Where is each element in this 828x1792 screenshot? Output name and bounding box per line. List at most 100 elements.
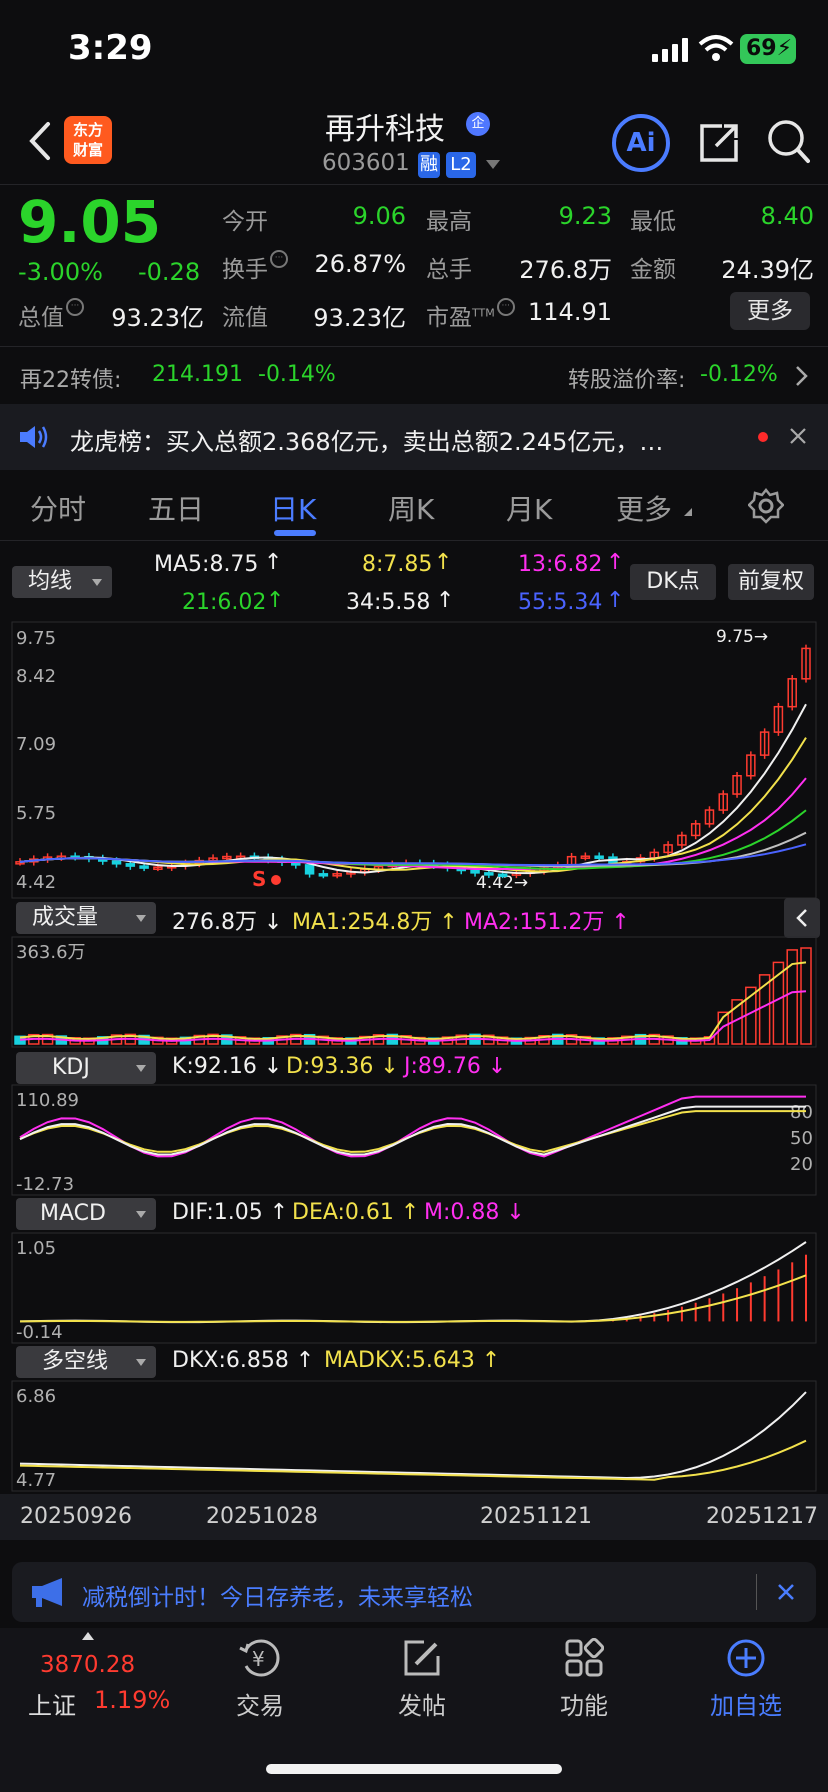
chevron-left-icon bbox=[796, 909, 807, 927]
kdj-indicator-select[interactable]: KDJ bbox=[16, 1052, 156, 1084]
volume-chart[interactable]: 363.6万 bbox=[0, 936, 828, 1048]
mktcap-label: 总值 ··· bbox=[18, 298, 84, 332]
macd-chart[interactable]: 1.05 -0.14 bbox=[0, 1232, 828, 1344]
home-indicator bbox=[266, 1764, 562, 1774]
trade-icon: ¥ bbox=[239, 1639, 280, 1677]
index-change: 1.19% bbox=[94, 1686, 171, 1714]
dkx-value: DKX:6.858 ↑ bbox=[172, 1348, 315, 1373]
dkx-line bbox=[19, 1391, 807, 1479]
sell-signal-marker: S bbox=[252, 867, 266, 891]
stock-code: 603601 bbox=[322, 150, 410, 176]
premium-value: -0.12% bbox=[700, 362, 778, 387]
divider bbox=[756, 1574, 757, 1610]
volume-ma2: MA2:151.2万 ↑ bbox=[464, 910, 630, 935]
candle bbox=[497, 873, 508, 878]
tab-monthly-k[interactable]: 月K bbox=[506, 488, 552, 528]
float-value: 93.23亿 bbox=[313, 304, 406, 332]
kdj-bottom-label: -12.73 bbox=[16, 1174, 74, 1195]
madkx-line bbox=[19, 1439, 807, 1481]
dkx-top-label: 6.86 bbox=[16, 1386, 56, 1407]
tab-more[interactable]: 更多 bbox=[616, 488, 672, 528]
y-axis-label: 4.42 bbox=[16, 872, 56, 893]
candle bbox=[125, 863, 136, 867]
amount-label: 金额 bbox=[630, 257, 676, 283]
ma5-line bbox=[19, 703, 807, 875]
up-arrow-icon: ↑ bbox=[434, 550, 453, 575]
divider bbox=[0, 540, 828, 541]
divider bbox=[0, 184, 828, 185]
volume-value: 276.8万 bbox=[519, 256, 612, 284]
info-icon[interactable]: ··· bbox=[66, 298, 84, 316]
info-icon[interactable]: ··· bbox=[270, 250, 288, 268]
tab-intraday[interactable]: 分时 bbox=[30, 488, 86, 528]
candle bbox=[304, 864, 315, 875]
macd-m-value: M:0.88 ↓ bbox=[424, 1200, 525, 1225]
float-label: 流值 bbox=[222, 305, 268, 331]
up-arrow-icon: ↑ bbox=[606, 588, 625, 613]
low-label: 最低 bbox=[630, 209, 676, 235]
candle bbox=[470, 869, 480, 874]
open-label: 今开 bbox=[222, 209, 268, 235]
close-icon[interactable] bbox=[788, 426, 808, 446]
notice-text: 龙虎榜：买入总额2.368亿元，卖出总额2.245亿元，… bbox=[70, 428, 664, 456]
y-axis-label: 9.75 bbox=[16, 628, 56, 649]
volume-ma2-line bbox=[19, 990, 807, 1042]
kdj-j-value: J:89.76 ↓ bbox=[404, 1054, 507, 1079]
dkx-indicator-select[interactable]: 多空线 bbox=[16, 1346, 156, 1378]
adjust-forward-button[interactable]: 前复权 bbox=[728, 564, 814, 600]
dk-point-button[interactable]: DK点 bbox=[630, 564, 716, 600]
macd-indicator-select[interactable]: MACD bbox=[16, 1198, 156, 1230]
convertible-bond-row[interactable]: 再22转债: 214.191 -0.14% 转股溢价率: -0.12% bbox=[0, 348, 828, 404]
level2-tag: L2 bbox=[446, 152, 476, 178]
more-button[interactable]: 更多 bbox=[730, 292, 810, 330]
kdj-chart[interactable]: 110.89 -12.73 80 50 20 bbox=[0, 1084, 828, 1196]
bond-label: 再22转债: bbox=[20, 368, 122, 393]
candle bbox=[111, 860, 122, 865]
date-axis: 20250926 20251028 20251121 20251217 bbox=[0, 1494, 828, 1540]
mktcap-value: 93.23亿 bbox=[111, 304, 204, 332]
ma55-value: 55:5.34 bbox=[518, 590, 603, 615]
enterprise-badge: 企 bbox=[466, 112, 490, 136]
notice-banner[interactable]: 龙虎榜：买入总额2.368亿元，卖出总额2.245亿元，… bbox=[0, 404, 828, 470]
kline-chart[interactable]: 9.75 8.42 7.09 5.75 4.42 9.75→ 4.42→ S bbox=[0, 620, 828, 900]
ma8-line bbox=[19, 737, 807, 873]
share-icon[interactable] bbox=[698, 120, 740, 164]
volume-indicator-select[interactable]: 成交量 bbox=[16, 902, 156, 934]
ai-assistant-button[interactable]: Ai bbox=[612, 114, 670, 172]
volume-max-label: 363.6万 bbox=[16, 942, 86, 963]
divider bbox=[0, 346, 828, 347]
date-label: 20250926 bbox=[20, 1504, 132, 1529]
date-label: 20251121 bbox=[480, 1504, 592, 1529]
megaphone-icon bbox=[32, 1578, 62, 1607]
low-value: 8.40 bbox=[760, 202, 814, 230]
macd-top-label: 1.05 bbox=[16, 1238, 56, 1259]
ma-indicator-select[interactable]: 均线 bbox=[12, 566, 112, 598]
turnover-value: 26.87% bbox=[314, 250, 406, 278]
tab-five-day[interactable]: 五日 bbox=[148, 488, 204, 528]
speaker-icon bbox=[20, 426, 48, 448]
tab-more-caret-icon bbox=[684, 508, 692, 516]
back-arrow-icon[interactable] bbox=[24, 118, 54, 164]
signal-dot bbox=[271, 875, 281, 885]
promo-banner[interactable]: 减税倒计时！今日存养老，未来享轻松 bbox=[12, 1562, 816, 1622]
svg-text:¥: ¥ bbox=[252, 1647, 265, 1671]
wifi-icon bbox=[698, 35, 734, 61]
collapse-panel-button[interactable] bbox=[784, 898, 820, 938]
turnover-label: 换手 ··· bbox=[222, 250, 288, 284]
dkx-bottom-label: 4.77 bbox=[16, 1470, 56, 1491]
tab-daily-k[interactable]: 日K bbox=[270, 488, 316, 528]
high-label: 最高 bbox=[426, 209, 472, 235]
volume-value: 276.8万 ↓ bbox=[172, 910, 283, 935]
change-percent: -3.00% bbox=[18, 258, 103, 286]
chevron-down-icon[interactable] bbox=[486, 160, 500, 169]
search-icon[interactable] bbox=[766, 118, 810, 164]
tab-weekly-k[interactable]: 周K bbox=[388, 488, 434, 528]
stock-name: 再升科技 bbox=[325, 112, 445, 147]
amount-value: 24.39亿 bbox=[721, 256, 814, 284]
dkx-chart[interactable]: 6.86 4.77 bbox=[0, 1380, 828, 1492]
macd-dif-value: DIF:1.05 ↑ bbox=[172, 1200, 289, 1225]
volume-ma1: MA1:254.8万 ↑ bbox=[292, 910, 458, 935]
gear-icon[interactable] bbox=[748, 488, 784, 524]
close-icon[interactable] bbox=[776, 1582, 796, 1602]
tab-features-label: 功能 bbox=[560, 1692, 608, 1720]
